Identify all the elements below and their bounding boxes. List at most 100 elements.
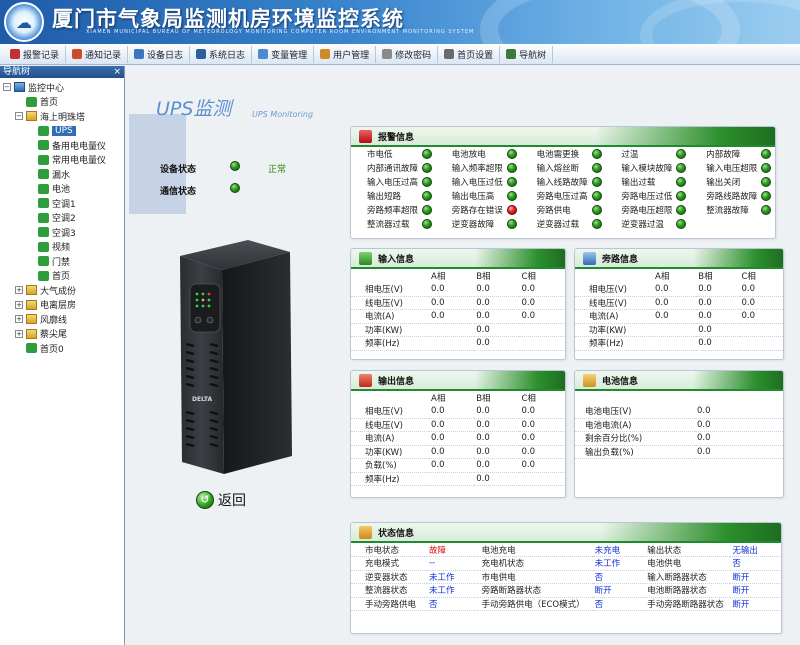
status-value: 否 <box>730 556 781 571</box>
header-spacer <box>351 269 429 283</box>
tree-node[interactable]: 空调2 <box>0 211 124 226</box>
menu-item-3[interactable]: 系统日志 <box>190 45 253 63</box>
alarm-label: 电池放电 <box>451 150 486 160</box>
tree-node[interactable]: 空调3 <box>0 225 124 240</box>
user-icon <box>320 49 331 59</box>
status-value: 未工作 <box>592 556 644 571</box>
alarm-indicator <box>759 161 775 175</box>
alarm-label: 输出关闭 <box>706 178 741 188</box>
alarm-indicator <box>674 161 690 175</box>
menu-item-5[interactable]: 用户管理 <box>314 45 377 63</box>
alarm-label: 过温 <box>621 150 639 160</box>
alarm-row: 市电低 电池放电 电池需更换 过温 内部故障 <box>351 147 775 161</box>
column-header: B相 <box>476 271 491 282</box>
expand-icon[interactable]: + <box>15 329 23 338</box>
status-value: 故障 <box>426 543 478 557</box>
cell-value: 0.0 <box>696 309 740 324</box>
tree-node[interactable]: 门禁 <box>0 254 124 269</box>
leaf-icon <box>38 169 49 180</box>
tree-node-label: 监控中心 <box>28 83 65 94</box>
alarm-label: 整流器故障 <box>706 206 749 216</box>
cell-value: 0.0 <box>474 418 520 432</box>
alarm-indicator <box>505 203 521 217</box>
tree-node[interactable]: + 电离层房 <box>0 298 124 313</box>
cell-value: 0.0 <box>739 296 783 310</box>
cell-value: 0.0 <box>474 309 520 324</box>
alarm-label: 旁路线路故障 <box>706 192 758 202</box>
tree-node[interactable]: − 海上明珠塔 <box>0 109 124 124</box>
expand-icon[interactable]: + <box>15 315 23 324</box>
output-table: A相 B相 C相 相电压(V) 0.0 0.0 0.0 线电压(V) 0.0 0.0 0.0 电流(A… <box>351 391 565 486</box>
tree-node[interactable]: 空调1 <box>0 196 124 211</box>
ok-green-dot-icon <box>676 204 687 215</box>
status-value: 断开 <box>730 597 781 611</box>
tree-node[interactable]: 漏水 <box>0 167 124 182</box>
tree-node-label: 海上明珠塔 <box>40 112 86 123</box>
alarm-label: 输入模块故障 <box>621 164 673 174</box>
table-row: 频率(Hz) 0.0 <box>351 336 565 351</box>
alarm-label: 输出短路 <box>367 192 402 202</box>
status-value: 未工作 <box>426 570 478 584</box>
tree-node[interactable]: + 风廓线 <box>0 312 124 327</box>
collapse-icon[interactable]: − <box>3 83 11 92</box>
alarm-label: 逆变器故障 <box>451 220 495 230</box>
leaf-icon <box>38 125 49 136</box>
alarm-row: 旁路频率超限 旁路存在错误 旁路供电 旁路电压超限 整流器故障 <box>351 203 775 217</box>
table-row: 输出负载(%) 0.0 <box>575 445 783 459</box>
tree-node[interactable]: UPS <box>0 124 124 139</box>
tree-node[interactable]: 首页0 <box>0 341 124 356</box>
expand-icon[interactable]: + <box>15 286 23 295</box>
alarm-label: 输出电压高 <box>451 192 495 202</box>
menu-item-4[interactable]: 变量管理 <box>252 45 315 63</box>
tree-node[interactable]: 电池 <box>0 182 124 197</box>
tree-node[interactable]: + 大气成份 <box>0 283 124 298</box>
menu-item-1[interactable]: 通知记录 <box>66 45 129 63</box>
tree-node-label: 视频 <box>52 243 71 254</box>
cell-value: 0.0 <box>696 336 740 351</box>
tree-node[interactable]: 首页 <box>0 269 124 284</box>
leaf-icon <box>38 256 49 267</box>
tree-node[interactable]: 备用电电量仪 <box>0 138 124 153</box>
cell-value: 0.0 <box>739 282 783 297</box>
status-label: 市电供电 <box>477 570 593 584</box>
alarm-indicator <box>505 189 521 203</box>
folder-icon <box>26 111 37 122</box>
status-row: 整流器状态 未工作 旁路断路器状态 断开 电池断路器状态 断开 <box>351 583 781 598</box>
folder-icon <box>26 299 37 310</box>
tree-node[interactable]: + 蔡尖尾 <box>0 327 124 342</box>
input-arrow-icon <box>359 251 372 265</box>
output-panel-title: 输出信息 <box>378 376 415 387</box>
ok-green-dot-icon <box>506 148 517 159</box>
cell-value: 0.0 <box>474 282 520 297</box>
tree-node-label: UPS <box>52 125 76 136</box>
close-icon[interactable]: × <box>113 66 121 78</box>
nav-tree-title: 导航树 <box>3 67 31 77</box>
menu-item-label: 变量管理 <box>271 50 308 61</box>
status-row: 手动旁路供电否手动旁路供电（ECO模式）否手动旁路断路器状态 断开 <box>351 597 781 611</box>
battery-icon <box>583 373 596 387</box>
row-label: 电流(A) <box>575 309 653 324</box>
status-label: 充电机状态 <box>477 556 593 571</box>
collapse-icon[interactable]: − <box>15 112 23 121</box>
menu-item-7[interactable]: 首页设置 <box>438 45 501 63</box>
menu-item-6[interactable]: 修改密码 <box>376 45 439 63</box>
comm-status-indicator-icon <box>230 183 240 194</box>
row-label: 负载(%) <box>351 458 429 473</box>
ok-green-dot-icon <box>422 148 433 159</box>
tree-node-label: 首页 <box>40 98 59 109</box>
ok-green-dot-icon <box>676 162 687 173</box>
cell-value <box>429 323 475 337</box>
menu-item-8[interactable]: 导航树 <box>500 45 554 63</box>
tree-node[interactable]: 首页 <box>0 95 124 110</box>
ok-green-dot-icon <box>506 162 517 173</box>
expand-icon[interactable]: + <box>15 300 23 309</box>
alarm-row: 整流器过载 逆变器故障 逆变器过载 逆变器过温 <box>351 217 775 231</box>
menu-item-2[interactable]: 设备日志 <box>128 45 191 63</box>
tree-node[interactable]: 常用电电量仪 <box>0 153 124 168</box>
cell-value: 0.0 <box>474 296 520 310</box>
tree-node[interactable]: 视频 <box>0 240 124 255</box>
tree-node[interactable]: − 监控中心 <box>0 80 124 95</box>
cell-value <box>519 336 565 351</box>
return-button[interactable]: ↺ 返回 <box>196 490 246 510</box>
menu-item-0[interactable]: 报警记录 <box>4 45 67 63</box>
